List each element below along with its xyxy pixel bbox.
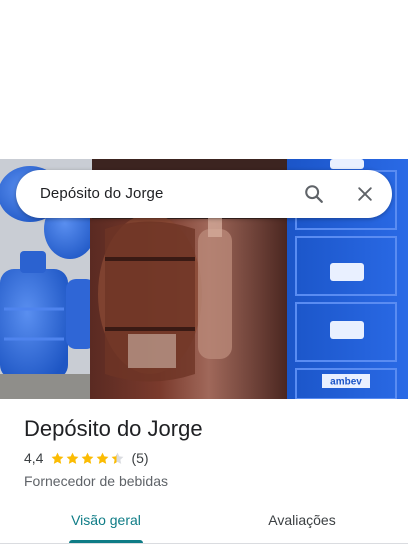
star-icon: [67, 452, 79, 464]
search-button[interactable]: [298, 178, 330, 210]
close-button[interactable]: [349, 178, 381, 210]
tab-bar: Visão geral Avaliações: [0, 500, 408, 544]
close-icon: [358, 187, 372, 201]
place-category[interactable]: Fornecedor de bebidas: [24, 471, 394, 491]
place-info: Depósito do Jorge 4,4 (5) Fornecedor de …: [24, 414, 394, 491]
star-rating: [50, 451, 125, 466]
search-icon: [305, 185, 323, 203]
ambev-logo: ambev: [330, 377, 362, 388]
place-screen: ambev Depósito do Jorge Depósito do Jorg…: [0, 0, 408, 558]
rating-value: 4,4: [24, 450, 44, 466]
tab-reviews[interactable]: Avaliações: [252, 500, 352, 540]
tab-overview[interactable]: Visão geral: [56, 500, 156, 540]
search-bar[interactable]: Depósito do Jorge: [16, 170, 392, 218]
review-count[interactable]: (5): [131, 450, 148, 466]
divider: [0, 543, 408, 544]
star-icon: [82, 452, 94, 464]
search-input[interactable]: Depósito do Jorge: [40, 170, 163, 218]
star-icon: [112, 452, 124, 464]
rating-row[interactable]: 4,4 (5): [24, 448, 394, 468]
star-icon: [52, 452, 64, 464]
star-icon: [97, 452, 109, 464]
place-title: Depósito do Jorge: [24, 416, 203, 441]
